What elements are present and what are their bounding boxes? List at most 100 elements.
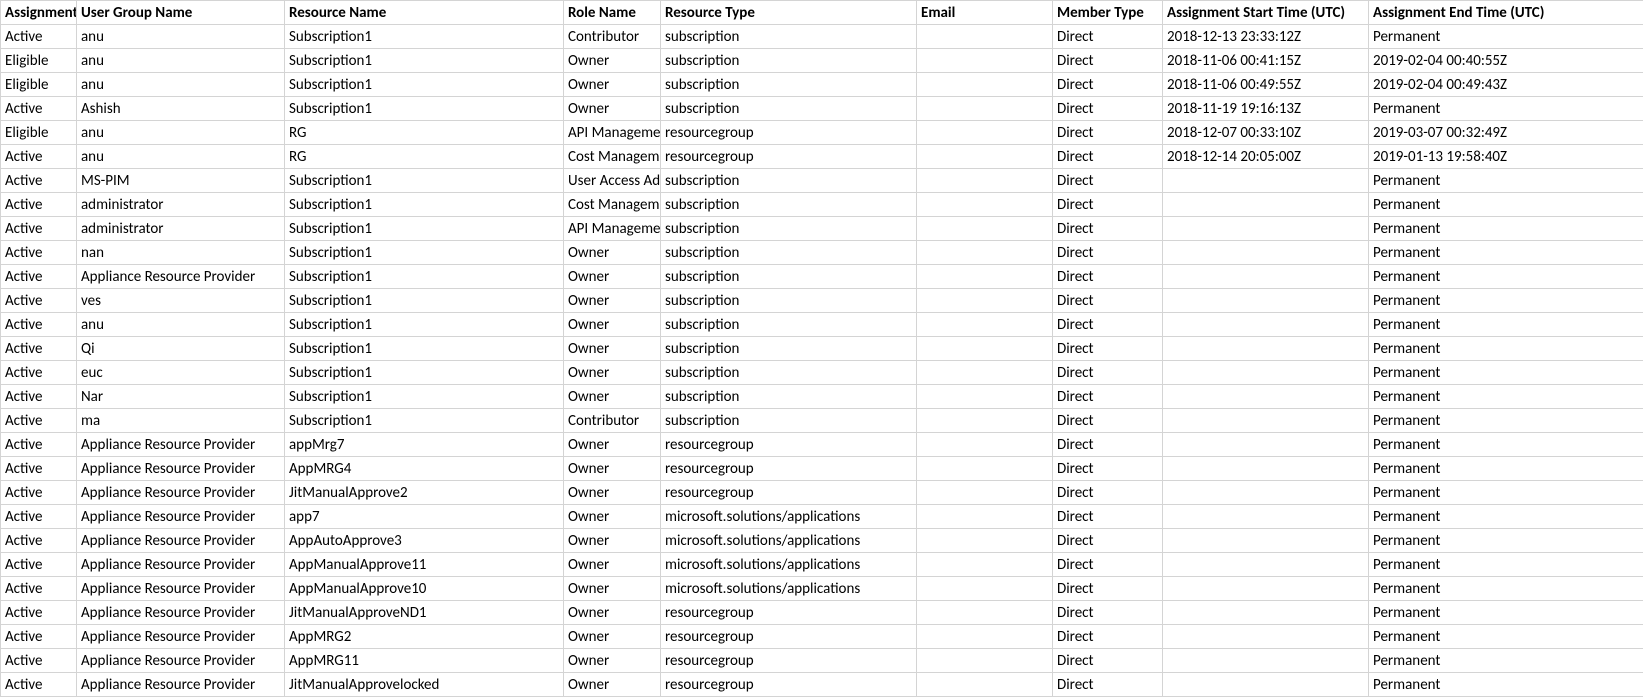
cell-assignment[interactable]: Active — [1, 97, 77, 121]
cell-member-type[interactable]: Direct — [1053, 145, 1163, 169]
cell-role[interactable]: Owner — [564, 97, 661, 121]
cell-resource-type[interactable]: resourcegroup — [661, 121, 917, 145]
cell-resource[interactable]: Subscription1 — [285, 49, 564, 73]
cell-assignment[interactable]: Active — [1, 433, 77, 457]
cell-start-time[interactable] — [1163, 625, 1369, 649]
table-row[interactable]: ActiveanuSubscription1Contributorsubscri… — [1, 25, 1643, 49]
cell-start-time[interactable] — [1163, 241, 1369, 265]
cell-start-time[interactable]: 2018-11-06 00:41:15Z — [1163, 49, 1369, 73]
cell-resource-type[interactable]: subscription — [661, 409, 917, 433]
cell-assignment[interactable]: Active — [1, 625, 77, 649]
cell-user-group[interactable]: Qi — [77, 337, 285, 361]
cell-role[interactable]: Owner — [564, 601, 661, 625]
cell-role[interactable]: Owner — [564, 385, 661, 409]
cell-resource-type[interactable]: subscription — [661, 25, 917, 49]
cell-assignment[interactable]: Active — [1, 337, 77, 361]
table-row[interactable]: ActiveAppliance Resource ProviderJitManu… — [1, 601, 1643, 625]
cell-resource[interactable]: Subscription1 — [285, 25, 564, 49]
cell-user-group[interactable]: MS-PIM — [77, 169, 285, 193]
cell-end-time[interactable]: Permanent — [1369, 193, 1643, 217]
cell-user-group[interactable]: anu — [77, 121, 285, 145]
cell-start-time[interactable] — [1163, 529, 1369, 553]
cell-email[interactable] — [917, 553, 1053, 577]
cell-email[interactable] — [917, 241, 1053, 265]
cell-email[interactable] — [917, 649, 1053, 673]
cell-email[interactable] — [917, 601, 1053, 625]
cell-assignment[interactable]: Active — [1, 241, 77, 265]
cell-member-type[interactable]: Direct — [1053, 361, 1163, 385]
table-row[interactable]: ActiveAppliance Resource ProviderAppAuto… — [1, 529, 1643, 553]
cell-member-type[interactable]: Direct — [1053, 169, 1163, 193]
cell-user-group[interactable]: Ashish — [77, 97, 285, 121]
cell-end-time[interactable]: 2019-02-04 00:49:43Z — [1369, 73, 1643, 97]
cell-end-time[interactable]: Permanent — [1369, 25, 1643, 49]
cell-member-type[interactable]: Direct — [1053, 673, 1163, 697]
cell-role[interactable]: Owner — [564, 289, 661, 313]
cell-resource[interactable]: Subscription1 — [285, 193, 564, 217]
header-role[interactable]: Role Name — [564, 1, 661, 25]
cell-member-type[interactable]: Direct — [1053, 73, 1163, 97]
cell-start-time[interactable] — [1163, 601, 1369, 625]
cell-email[interactable] — [917, 97, 1053, 121]
cell-start-time[interactable] — [1163, 193, 1369, 217]
cell-assignment[interactable]: Active — [1, 649, 77, 673]
cell-assignment[interactable]: Eligible — [1, 121, 77, 145]
cell-end-time[interactable]: Permanent — [1369, 385, 1643, 409]
cell-assignment[interactable]: Active — [1, 529, 77, 553]
cell-resource-type[interactable]: resourcegroup — [661, 145, 917, 169]
cell-resource[interactable]: Subscription1 — [285, 337, 564, 361]
cell-user-group[interactable]: anu — [77, 145, 285, 169]
cell-email[interactable] — [917, 625, 1053, 649]
table-row[interactable]: EligibleanuRGAPI Managementresourcegroup… — [1, 121, 1643, 145]
cell-user-group[interactable]: nan — [77, 241, 285, 265]
cell-resource-type[interactable]: resourcegroup — [661, 625, 917, 649]
cell-email[interactable] — [917, 265, 1053, 289]
cell-member-type[interactable]: Direct — [1053, 649, 1163, 673]
cell-member-type[interactable]: Direct — [1053, 481, 1163, 505]
cell-role[interactable]: Contributor — [564, 25, 661, 49]
table-row[interactable]: ActivemaSubscription1Contributorsubscrip… — [1, 409, 1643, 433]
table-row[interactable]: ActiveAppliance Resource ProviderAppManu… — [1, 553, 1643, 577]
cell-user-group[interactable]: ma — [77, 409, 285, 433]
table-row[interactable]: ActiveNarSubscription1OwnersubscriptionD… — [1, 385, 1643, 409]
cell-start-time[interactable]: 2018-12-14 20:05:00Z — [1163, 145, 1369, 169]
cell-email[interactable] — [917, 337, 1053, 361]
cell-resource-type[interactable]: subscription — [661, 193, 917, 217]
header-start-time[interactable]: Assignment Start Time (UTC) — [1163, 1, 1369, 25]
cell-member-type[interactable]: Direct — [1053, 337, 1163, 361]
table-row[interactable]: ActiveMS-PIMSubscription1User Access Adm… — [1, 169, 1643, 193]
cell-role[interactable]: Owner — [564, 529, 661, 553]
cell-start-time[interactable] — [1163, 553, 1369, 577]
header-user-group[interactable]: User Group Name — [77, 1, 285, 25]
cell-assignment[interactable]: Active — [1, 385, 77, 409]
cell-assignment[interactable]: Active — [1, 265, 77, 289]
cell-assignment[interactable]: Active — [1, 409, 77, 433]
cell-end-time[interactable]: Permanent — [1369, 625, 1643, 649]
cell-assignment[interactable]: Active — [1, 553, 77, 577]
cell-assignment[interactable]: Active — [1, 145, 77, 169]
cell-resource[interactable]: AppManualApprove10 — [285, 577, 564, 601]
cell-end-time[interactable]: Permanent — [1369, 577, 1643, 601]
cell-user-group[interactable]: euc — [77, 361, 285, 385]
cell-resource[interactable]: Subscription1 — [285, 97, 564, 121]
cell-role[interactable]: Owner — [564, 649, 661, 673]
cell-resource[interactable]: Subscription1 — [285, 289, 564, 313]
cell-resource-type[interactable]: microsoft.solutions/applications — [661, 505, 917, 529]
cell-role[interactable]: Owner — [564, 505, 661, 529]
cell-assignment[interactable]: Active — [1, 601, 77, 625]
cell-email[interactable] — [917, 385, 1053, 409]
cell-member-type[interactable]: Direct — [1053, 625, 1163, 649]
cell-assignment[interactable]: Active — [1, 169, 77, 193]
table-row[interactable]: EligibleanuSubscription1Ownersubscriptio… — [1, 73, 1643, 97]
cell-email[interactable] — [917, 313, 1053, 337]
table-row[interactable]: ActiveAppliance Resource ProviderSubscri… — [1, 265, 1643, 289]
cell-email[interactable] — [917, 481, 1053, 505]
cell-start-time[interactable]: 2018-12-07 00:33:10Z — [1163, 121, 1369, 145]
cell-resource-type[interactable]: subscription — [661, 97, 917, 121]
cell-resource-type[interactable]: microsoft.solutions/applications — [661, 553, 917, 577]
cell-resource[interactable]: Subscription1 — [285, 73, 564, 97]
cell-assignment[interactable]: Active — [1, 25, 77, 49]
cell-role[interactable]: User Access Administrator — [564, 169, 661, 193]
cell-role[interactable]: Owner — [564, 313, 661, 337]
cell-resource[interactable]: AppAutoApprove3 — [285, 529, 564, 553]
